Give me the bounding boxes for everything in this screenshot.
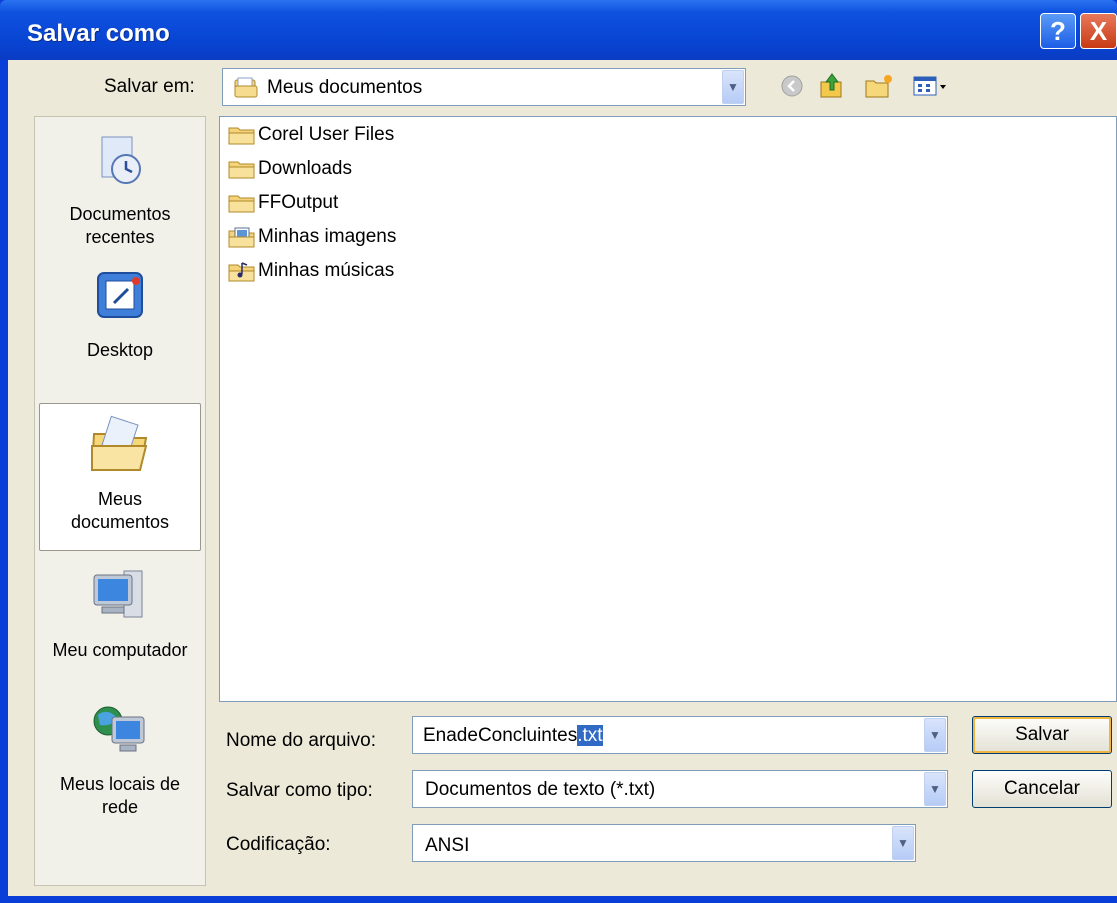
filename-label: Nome do arquivo: [226,730,376,751]
my-documents-small-icon [233,76,259,105]
encoding-value: ANSI [425,835,470,856]
place-label: documentos [70,512,170,532]
back-icon[interactable] [780,74,804,104]
dialog-title: Salvar como [27,20,170,47]
filename-selected-extension: .txt [577,725,603,746]
chevron-down-icon[interactable]: ▼ [924,718,946,752]
place-label: Meus [97,489,142,509]
title-bar[interactable]: Salvar como ? X [0,0,1117,60]
place-desktop[interactable]: Desktop [39,267,201,377]
up-folder-icon[interactable] [818,72,846,106]
save-in-dropdown[interactable]: Meus documentos ▼ [222,68,746,106]
place-label: Meus locais de [59,774,181,794]
recent-documents-icon [39,131,201,197]
save-in-label: Salvar em: [104,76,195,97]
dialog-body: Salvar em: Meus documentos ▼ Documentos … [8,60,1117,896]
music-folder-icon [228,261,256,282]
folder-icon [228,159,256,179]
filetype-label: Salvar como tipo: [226,780,373,801]
chevron-down-icon[interactable]: ▼ [892,826,914,860]
list-item[interactable]: Downloads [228,156,352,182]
file-name: Minhas músicas [258,260,395,281]
save-in-value: Meus documentos [267,77,423,98]
save-button[interactable]: Salvar [972,716,1112,754]
pictures-folder-icon [228,227,256,248]
my-computer-icon [39,563,201,633]
place-my-computer[interactable]: Meu computador [39,563,201,675]
view-menu-icon[interactable] [912,74,948,104]
encoding-dropdown[interactable]: ANSI ▼ [412,824,916,862]
folder-icon [228,125,256,145]
chevron-down-icon[interactable]: ▼ [924,772,946,806]
filename-input[interactable]: EnadeConcluintes.txt ▼ [412,716,948,754]
filename-value: EnadeConcluintes.txt [423,725,603,747]
place-label: rede [101,797,139,817]
file-name: Downloads [258,158,352,179]
cancel-button[interactable]: Cancelar [972,770,1112,808]
file-list[interactable]: Corel User Files Downloads FFOutput Minh… [219,116,1117,702]
place-recent-documents[interactable]: Documentos recentes [39,131,201,253]
new-folder-icon[interactable] [864,72,894,106]
file-name: Corel User Files [258,124,395,145]
file-name: Minhas imagens [258,226,397,247]
place-label: Desktop [86,340,154,360]
help-button[interactable]: ? [1040,13,1076,49]
list-item[interactable]: FFOutput [228,190,338,216]
places-bar: Documentos recentes Desktop Meus documen… [34,116,206,886]
encoding-label: Codificação: [226,834,331,855]
file-name: FFOutput [258,192,339,213]
save-as-dialog: Salvar como ? X Salvar em: Meus document… [0,0,1117,903]
list-item[interactable]: Corel User Files [228,122,394,148]
place-label: recentes [85,227,155,247]
filetype-dropdown[interactable]: Documentos de texto (*.txt) ▼ [412,770,948,808]
desktop-icon [39,267,201,333]
place-network[interactable]: Meus locais de rede [39,697,201,817]
my-documents-icon [40,412,200,482]
folder-icon [228,193,256,213]
network-places-icon [39,697,201,767]
filename-text: EnadeConcluintes [423,725,578,746]
filetype-value: Documentos de texto (*.txt) [425,779,656,800]
close-button[interactable]: X [1080,13,1117,49]
chevron-down-icon[interactable]: ▼ [722,70,744,104]
place-label: Documentos [69,204,171,224]
list-item[interactable]: Minhas imagens [228,224,396,250]
place-my-documents[interactable]: Meus documentos [39,403,201,551]
list-item[interactable]: Minhas músicas [228,258,394,284]
place-label: Meu computador [52,640,188,660]
